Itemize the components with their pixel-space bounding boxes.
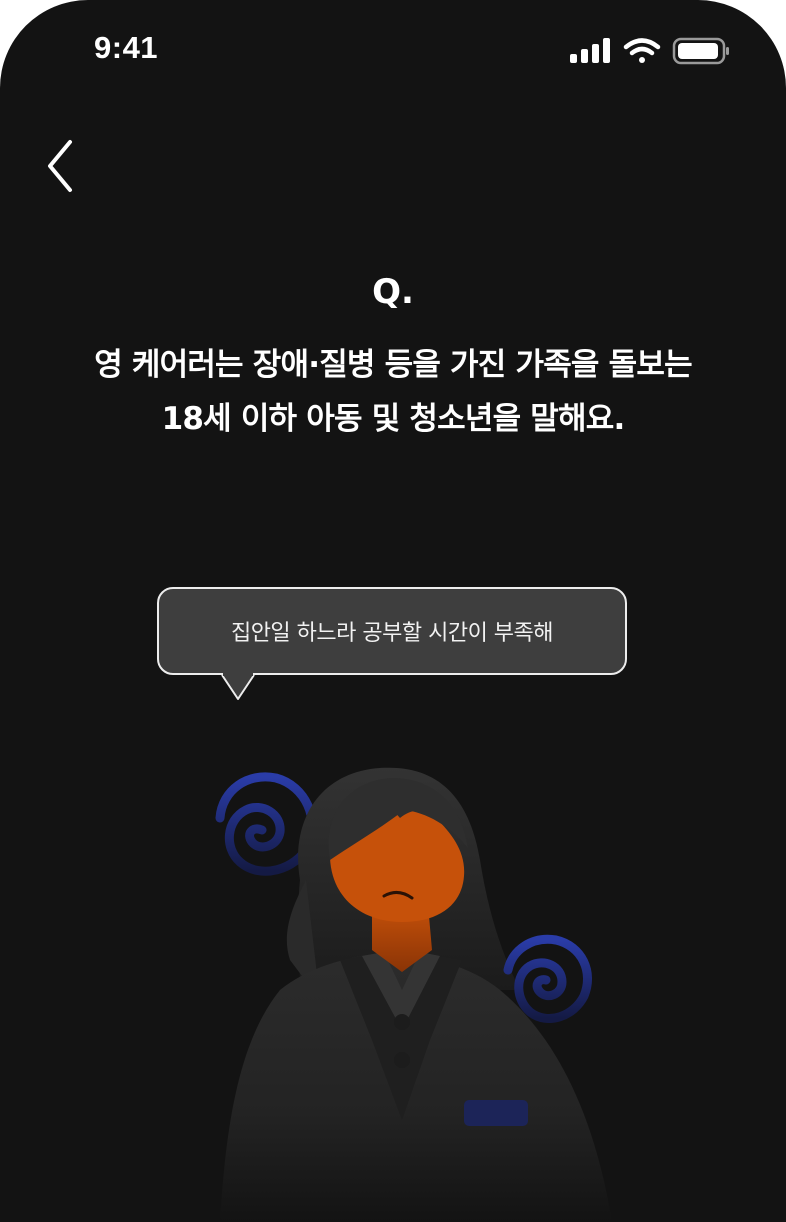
cellular-signal-icon [570, 38, 610, 63]
chevron-left-icon [48, 140, 72, 192]
speech-bubble: 집안일 하느라 공부할 시간이 부족해 [157, 587, 627, 675]
wifi-icon [623, 38, 661, 63]
question-marker: Q. [372, 272, 414, 312]
speech-bubble-text: 집안일 하느라 공부할 시간이 부족해 [230, 621, 554, 646]
question-line-2: 18세 이하 아동 및 청소년을 말해요. [161, 401, 626, 437]
status-time: 9:41 [94, 30, 159, 65]
question-text: 영 케어러는 장애·질병 등을 가진 가족을 돌보는 18세 이하 아동 및 청… [0, 338, 786, 446]
name-tag [464, 1100, 528, 1126]
question-line-1: 영 케어러는 장애·질병 등을 가진 가족을 돌보는 [94, 347, 692, 383]
back-button[interactable] [30, 130, 94, 202]
phone-screen: 9:41 Q. 영 케어러는 장애·질병 등을 가진 가족을 돌보는 18세 이… [0, 0, 786, 1222]
dizzy-swirl-right [503, 934, 592, 1024]
battery-icon [672, 37, 729, 65]
status-icons [570, 37, 729, 65]
student-illustration [215, 767, 612, 1222]
